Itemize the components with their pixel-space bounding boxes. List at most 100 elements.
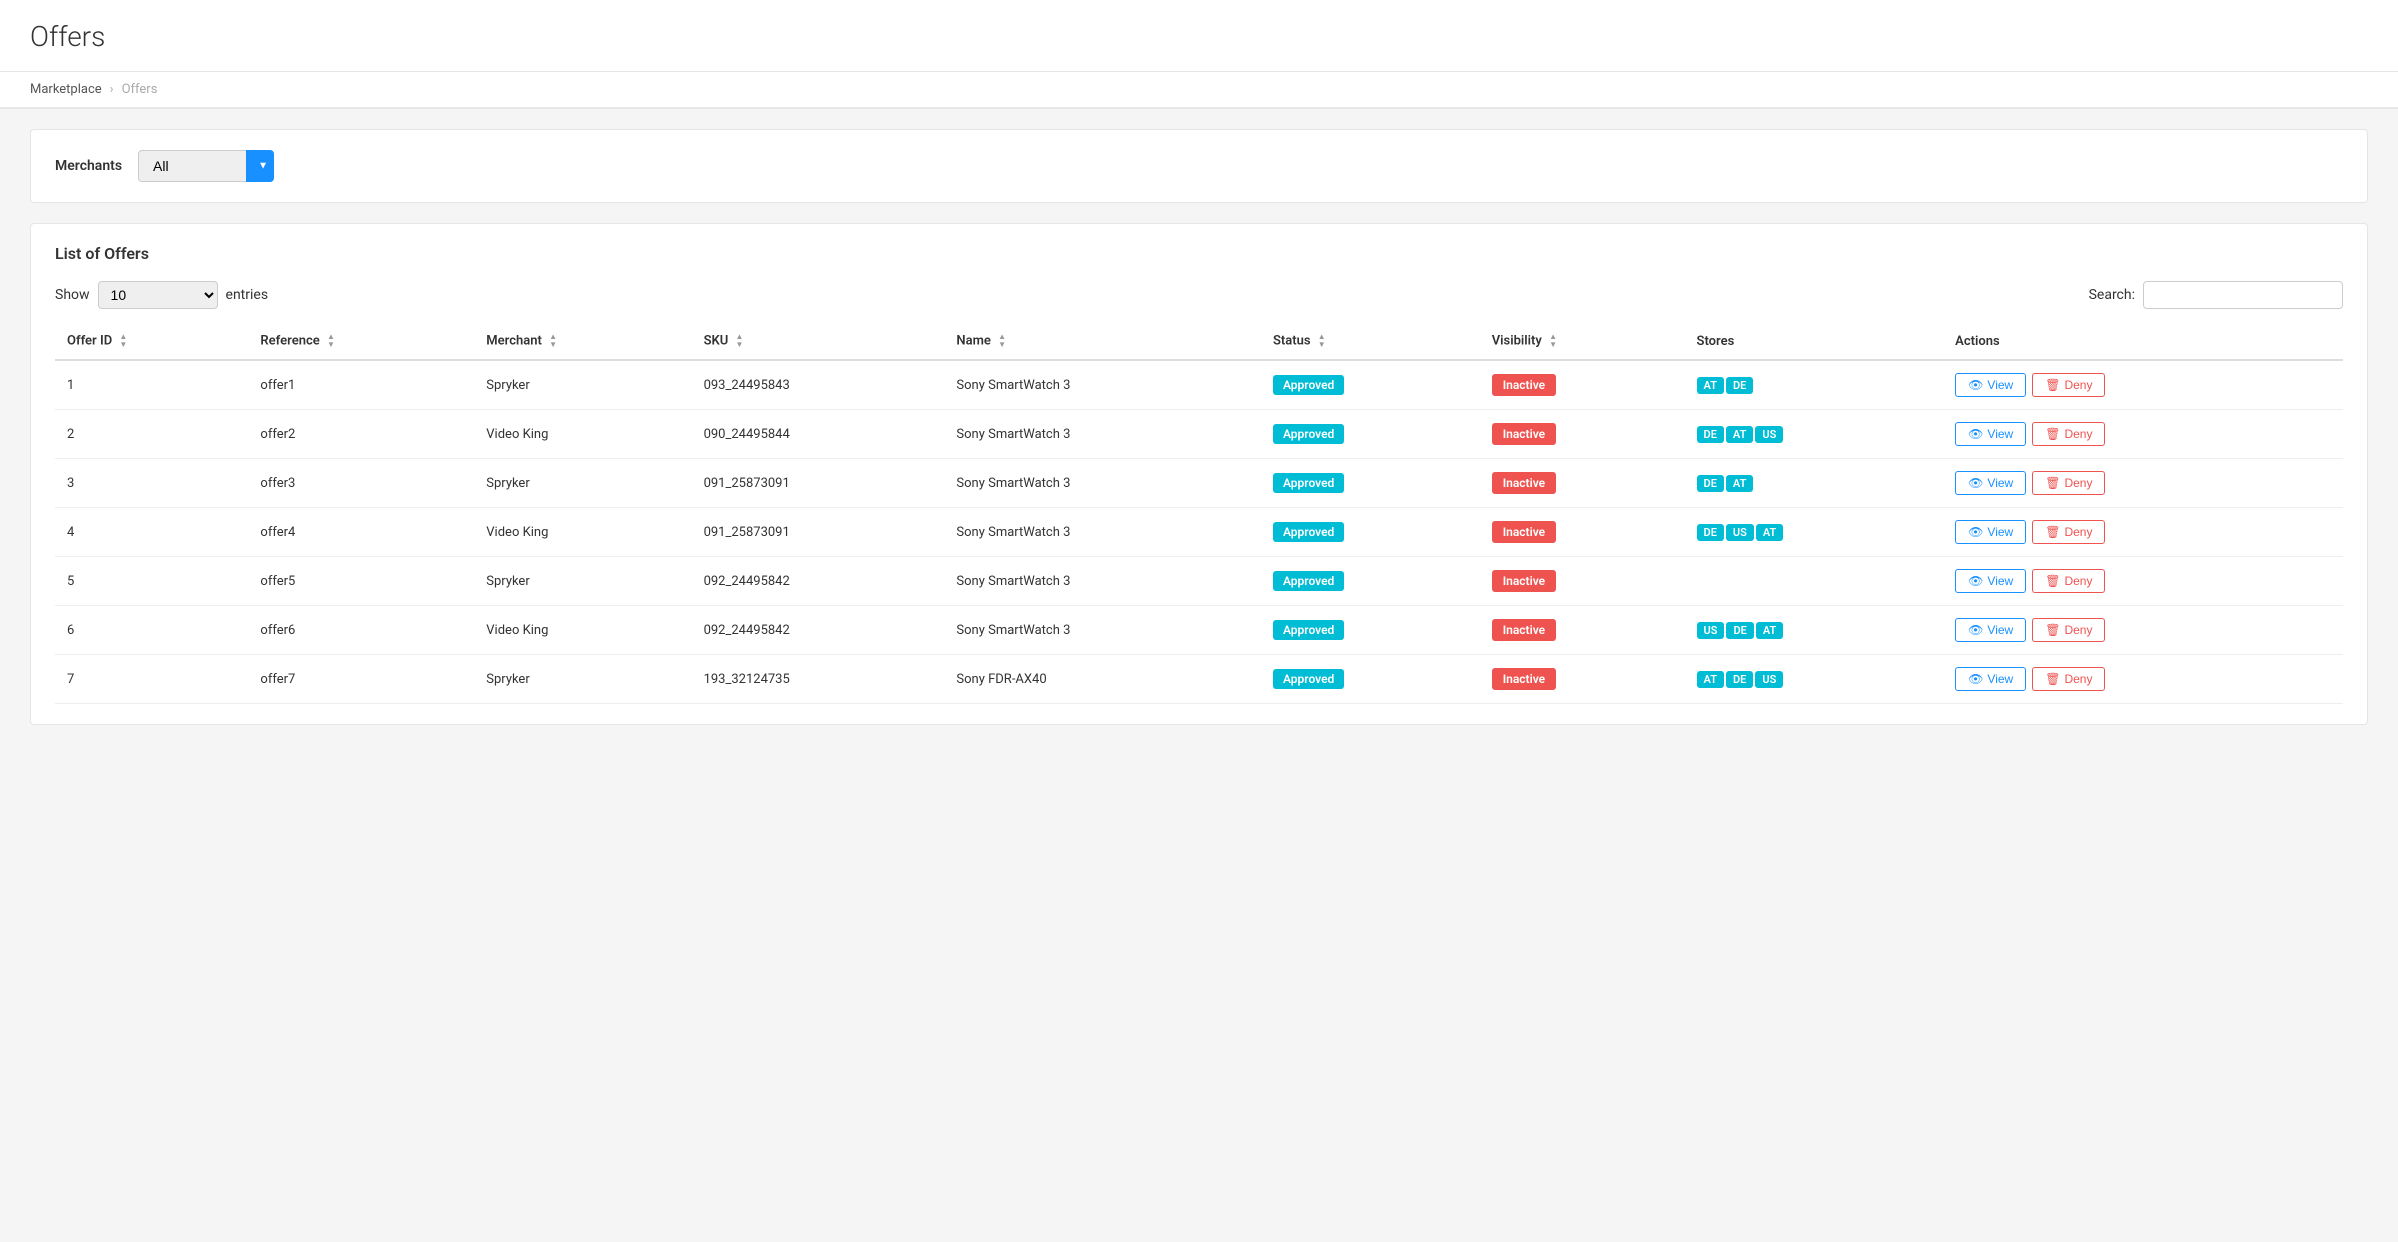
deny-button[interactable]: 🗑 Deny — [2032, 520, 2105, 544]
sort-name-icon: ▲▼ — [998, 333, 1006, 349]
view-label: View — [1987, 476, 2013, 490]
deny-button[interactable]: 🗑 Deny — [2032, 422, 2105, 446]
cell-status: Approved — [1261, 360, 1480, 410]
store-tag: AT — [1726, 475, 1753, 492]
sort-visibility-icon: ▲▼ — [1549, 333, 1557, 349]
view-button[interactable]: 👁 View — [1955, 471, 2026, 495]
trash-icon: 🗑 — [2045, 574, 2060, 588]
status-badge: Approved — [1273, 522, 1344, 542]
col-name[interactable]: Name ▲▼ — [944, 323, 1261, 360]
cell-status: Approved — [1261, 606, 1480, 655]
eye-icon: 👁 — [1968, 672, 1983, 686]
eye-icon: 👁 — [1968, 427, 1983, 441]
store-tag: US — [1697, 622, 1725, 639]
search-label: Search: — [2089, 287, 2135, 303]
cell-name: Sony SmartWatch 3 — [944, 557, 1261, 606]
cell-reference: offer6 — [248, 606, 474, 655]
store-tag: US — [1755, 671, 1783, 688]
col-reference[interactable]: Reference ▲▼ — [248, 323, 474, 360]
view-button[interactable]: 👁 View — [1955, 520, 2026, 544]
store-tag: DE — [1726, 622, 1753, 639]
search-box: Search: — [2089, 281, 2343, 309]
deny-button[interactable]: 🗑 Deny — [2032, 471, 2105, 495]
cell-visibility: Inactive — [1480, 508, 1685, 557]
store-tag: DE — [1697, 524, 1724, 541]
trash-icon: 🗑 — [2045, 427, 2060, 441]
trash-icon: 🗑 — [2045, 623, 2060, 637]
table-row: 5 offer5 Spryker 092_24495842 Sony Smart… — [55, 557, 2343, 606]
breadcrumb-parent[interactable]: Marketplace — [30, 82, 102, 97]
trash-icon: 🗑 — [2045, 378, 2060, 392]
table-body: 1 offer1 Spryker 093_24495843 Sony Smart… — [55, 360, 2343, 704]
store-tag: AT — [1756, 622, 1783, 639]
entries-select[interactable]: 10 25 50 100 — [98, 281, 218, 309]
cell-id: 3 — [55, 459, 248, 508]
page-title: Offers — [30, 20, 2368, 53]
breadcrumb-separator: › — [110, 82, 114, 97]
eye-icon: 👁 — [1968, 525, 1983, 539]
visibility-badge: Inactive — [1492, 472, 1556, 494]
deny-label: Deny — [2064, 427, 2092, 441]
status-badge: Approved — [1273, 375, 1344, 395]
table-row: 6 offer6 Video King 092_24495842 Sony Sm… — [55, 606, 2343, 655]
cell-id: 6 — [55, 606, 248, 655]
cell-actions: 👁 View 🗑 Deny — [1943, 508, 2343, 557]
show-label: Show — [55, 287, 90, 303]
store-tag: AT — [1726, 426, 1753, 443]
col-merchant[interactable]: Merchant ▲▼ — [474, 323, 691, 360]
cell-id: 4 — [55, 508, 248, 557]
eye-icon: 👁 — [1968, 378, 1983, 392]
deny-label: Deny — [2064, 476, 2092, 490]
deny-button[interactable]: 🗑 Deny — [2032, 569, 2105, 593]
table-row: 7 offer7 Spryker 193_32124735 Sony FDR-A… — [55, 655, 2343, 704]
deny-button[interactable]: 🗑 Deny — [2032, 618, 2105, 642]
status-badge: Approved — [1273, 424, 1344, 444]
col-status[interactable]: Status ▲▼ — [1261, 323, 1480, 360]
cell-actions: 👁 View 🗑 Deny — [1943, 557, 2343, 606]
cell-reference: offer1 — [248, 360, 474, 410]
deny-button[interactable]: 🗑 Deny — [2032, 373, 2105, 397]
view-label: View — [1987, 525, 2013, 539]
search-input[interactable] — [2143, 281, 2343, 309]
visibility-badge: Inactive — [1492, 374, 1556, 396]
cell-merchant: Video King — [474, 410, 691, 459]
cell-visibility: Inactive — [1480, 360, 1685, 410]
status-badge: Approved — [1273, 620, 1344, 640]
col-sku[interactable]: SKU ▲▼ — [692, 323, 945, 360]
view-button[interactable]: 👁 View — [1955, 667, 2026, 691]
visibility-badge: Inactive — [1492, 570, 1556, 592]
cell-sku: 092_24495842 — [692, 606, 945, 655]
cell-stores: ATDEUS — [1685, 655, 1944, 704]
cell-visibility: Inactive — [1480, 410, 1685, 459]
cell-sku: 193_32124735 — [692, 655, 945, 704]
store-tag: DE — [1726, 377, 1753, 394]
trash-icon: 🗑 — [2045, 672, 2060, 686]
view-button[interactable]: 👁 View — [1955, 618, 2026, 642]
entries-label: entries — [226, 287, 269, 303]
cell-visibility: Inactive — [1480, 459, 1685, 508]
table-row: 2 offer2 Video King 090_24495844 Sony Sm… — [55, 410, 2343, 459]
cell-actions: 👁 View 🗑 Deny — [1943, 360, 2343, 410]
view-button[interactable]: 👁 View — [1955, 569, 2026, 593]
cell-id: 7 — [55, 655, 248, 704]
cell-sku: 091_25873091 — [692, 508, 945, 557]
store-tag: AT — [1697, 377, 1724, 394]
cell-name: Sony SmartWatch 3 — [944, 459, 1261, 508]
visibility-badge: Inactive — [1492, 521, 1556, 543]
status-badge: Approved — [1273, 669, 1344, 689]
deny-button[interactable]: 🗑 Deny — [2032, 667, 2105, 691]
store-tag: US — [1726, 524, 1754, 541]
show-entries: Show 10 25 50 100 entries — [55, 281, 268, 309]
sort-offer-id-icon: ▲▼ — [119, 333, 127, 349]
deny-label: Deny — [2064, 672, 2092, 686]
cell-sku: 090_24495844 — [692, 410, 945, 459]
col-offer-id[interactable]: Offer ID ▲▼ — [55, 323, 248, 360]
view-button[interactable]: 👁 View — [1955, 422, 2026, 446]
view-button[interactable]: 👁 View — [1955, 373, 2026, 397]
cell-stores: ATDE — [1685, 360, 1944, 410]
col-visibility[interactable]: Visibility ▲▼ — [1480, 323, 1685, 360]
cell-visibility: Inactive — [1480, 557, 1685, 606]
cell-status: Approved — [1261, 508, 1480, 557]
list-title: List of Offers — [55, 244, 2343, 263]
merchants-select[interactable]: All Spryker Video King — [138, 150, 274, 182]
